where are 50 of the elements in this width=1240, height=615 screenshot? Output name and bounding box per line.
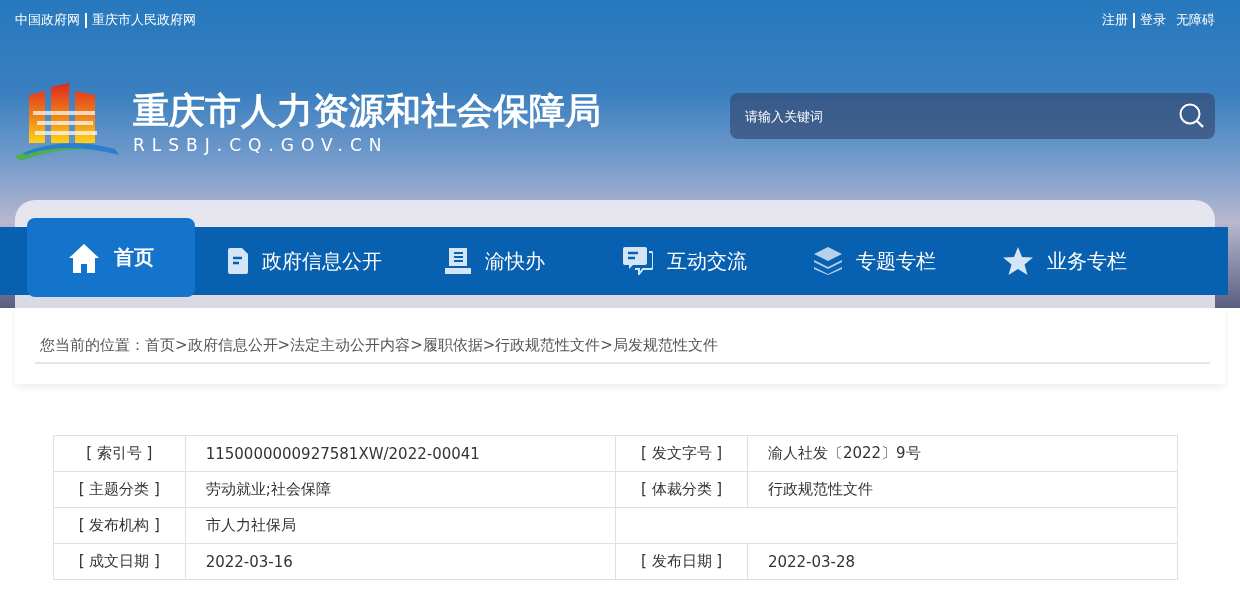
field-label: [ 体裁分类 ] [615, 471, 748, 508]
logo-icon [15, 83, 119, 161]
nav-tab[interactable]: 业务专栏 [970, 227, 1160, 295]
breadcrumb-separator: > [482, 336, 496, 355]
field-label: [ 索引号 ] [53, 435, 186, 472]
field-value: 行政规范性文件 [747, 471, 1178, 508]
link-divider [85, 12, 87, 28]
nav-tab[interactable]: 政府信息公开 [210, 227, 400, 295]
breadcrumb-link[interactable]: 局发规范性文件 [612, 336, 718, 355]
top-link[interactable]: 注册 [1102, 11, 1128, 29]
star-icon [1003, 247, 1033, 275]
field-value: 2022-03-16 [185, 543, 616, 580]
breadcrumb-separator: > [410, 336, 423, 355]
field-value: 2022-03-28 [747, 543, 1178, 580]
book-stand-icon [445, 248, 471, 274]
site-title: 重庆市人力资源和社会保障局 [133, 89, 601, 133]
field-value: 劳动就业;社会保障 [185, 471, 616, 508]
field-value: 市人力社保局 [185, 507, 616, 544]
field-label: [ 成文日期 ] [53, 543, 186, 580]
link-divider [1133, 12, 1135, 28]
breadcrumb-separator: > [277, 336, 291, 355]
layers-icon [814, 247, 842, 275]
breadcrumb-separator: > [175, 336, 188, 355]
top-link[interactable]: 无障碍 [1176, 11, 1215, 29]
search-field[interactable]: 请输入关键词 [730, 93, 1215, 139]
breadcrumb-link[interactable]: 履职依据 [422, 336, 483, 355]
top-link[interactable]: 中国政府网 [15, 11, 80, 29]
field-label: [ 发布日期 ] [615, 543, 748, 580]
field-value: 1150000000927581XW/2022-00041 [185, 435, 616, 472]
field-label: [ 主题分类 ] [53, 471, 186, 508]
nav-tab[interactable]: 首页 [27, 218, 195, 297]
breadcrumb-separator: > [600, 336, 613, 355]
breadcrumb-prefix: 您当前的位置： [40, 336, 145, 355]
top-link[interactable]: 重庆市人民政府网 [92, 11, 196, 29]
field-label: [ 发布机构 ] [53, 507, 186, 544]
site-domain: RLSBJ.CQ.GOV.CN [133, 135, 390, 155]
home-icon [68, 241, 100, 274]
nav-tab[interactable]: 渝快办 [400, 227, 590, 295]
chat-icon [623, 247, 653, 275]
search-icon[interactable] [1179, 103, 1205, 129]
nav-tab[interactable]: 专题专栏 [780, 227, 970, 295]
breadcrumb-link[interactable]: 法定主动公开内容 [290, 336, 411, 355]
field-label: [ 发文字号 ] [615, 435, 748, 472]
breadcrumb-link[interactable]: 政府信息公开 [187, 336, 278, 355]
breadcrumb-link[interactable]: 首页 [145, 336, 175, 355]
breadcrumb-link[interactable]: 行政规范性文件 [495, 336, 601, 355]
field-value: 渝人社发〔2022〕9号 [747, 435, 1178, 472]
document-icon [228, 248, 248, 274]
top-link[interactable]: 登录 [1140, 11, 1166, 29]
nav-tab[interactable]: 互动交流 [590, 227, 780, 295]
